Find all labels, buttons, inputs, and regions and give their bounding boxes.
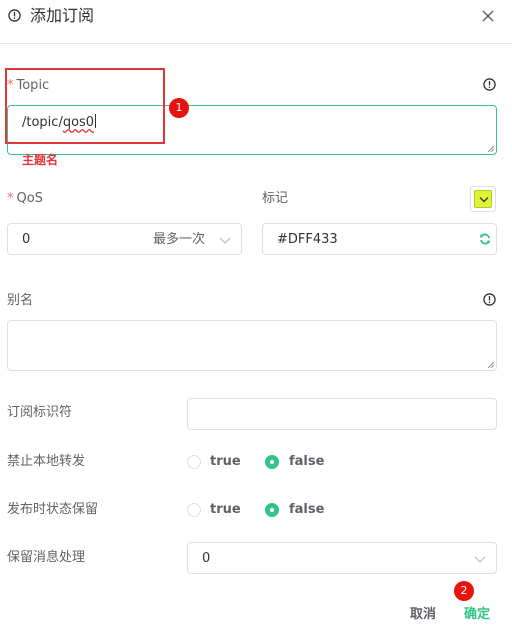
subscription-identifier-label: 订阅标识符 <box>7 405 73 420</box>
color-label: 标记 <box>262 191 289 206</box>
qos-value: 0 <box>22 232 31 247</box>
resize-handle-icon[interactable] <box>487 361 494 368</box>
resize-handle-icon[interactable] <box>487 145 494 152</box>
no-local-false-radio[interactable] <box>265 455 279 469</box>
qos-option-text: 最多一次 <box>152 232 205 247</box>
no-local-true-radio[interactable] <box>187 455 201 469</box>
annotation-badge-2: 2 <box>454 581 474 601</box>
info-icon <box>8 9 21 22</box>
topic-value: /topic/qos0 <box>22 114 97 130</box>
no-local-true-label[interactable]: true <box>210 454 241 470</box>
retain-handling-select[interactable]: 0 <box>187 542 497 574</box>
chevron-down-icon <box>479 197 489 203</box>
subscription-identifier-input[interactable] <box>187 398 497 430</box>
topic-label: * Topic <box>7 78 50 93</box>
cancel-button[interactable]: 取消 <box>410 606 436 624</box>
chevron-down-icon <box>474 556 486 563</box>
confirm-button[interactable]: 确定 <box>464 606 490 624</box>
retain-as-published-true-label[interactable]: true <box>210 502 241 518</box>
dialog-header: 添加订阅 <box>0 0 512 44</box>
chevron-down-icon <box>219 237 231 244</box>
qos-label: * QoS <box>7 191 43 206</box>
topic-input[interactable]: /topic/qos0 <box>7 105 497 155</box>
dialog-title: 添加订阅 <box>30 6 95 25</box>
color-value: #DFF433 <box>277 232 338 247</box>
alias-label: 别名 <box>7 293 34 308</box>
retain-handling-label: 保留消息处理 <box>7 550 86 565</box>
alias-help-icon[interactable] <box>483 293 496 306</box>
no-local-false-label[interactable]: false <box>289 454 324 470</box>
color-picker-button[interactable] <box>470 186 496 212</box>
alias-input[interactable] <box>7 320 497 371</box>
retain-as-published-false-label[interactable]: false <box>289 502 324 518</box>
no-local-label: 禁止本地转发 <box>7 454 86 469</box>
retain-handling-value: 0 <box>202 551 211 566</box>
color-input[interactable]: #DFF433 <box>262 223 497 255</box>
refresh-icon[interactable] <box>479 233 491 245</box>
retain-as-published-label: 发布时状态保留 <box>7 502 99 517</box>
topic-hint: 主题名 <box>22 153 59 167</box>
color-swatch <box>474 190 492 208</box>
retain-as-published-true-radio[interactable] <box>187 503 201 517</box>
qos-select[interactable]: 0 最多一次 <box>7 223 242 255</box>
annotation-badge-1: 1 <box>169 98 189 118</box>
topic-help-icon[interactable] <box>483 78 496 91</box>
retain-as-published-false-radio[interactable] <box>265 503 279 517</box>
close-icon[interactable] <box>481 9 495 23</box>
